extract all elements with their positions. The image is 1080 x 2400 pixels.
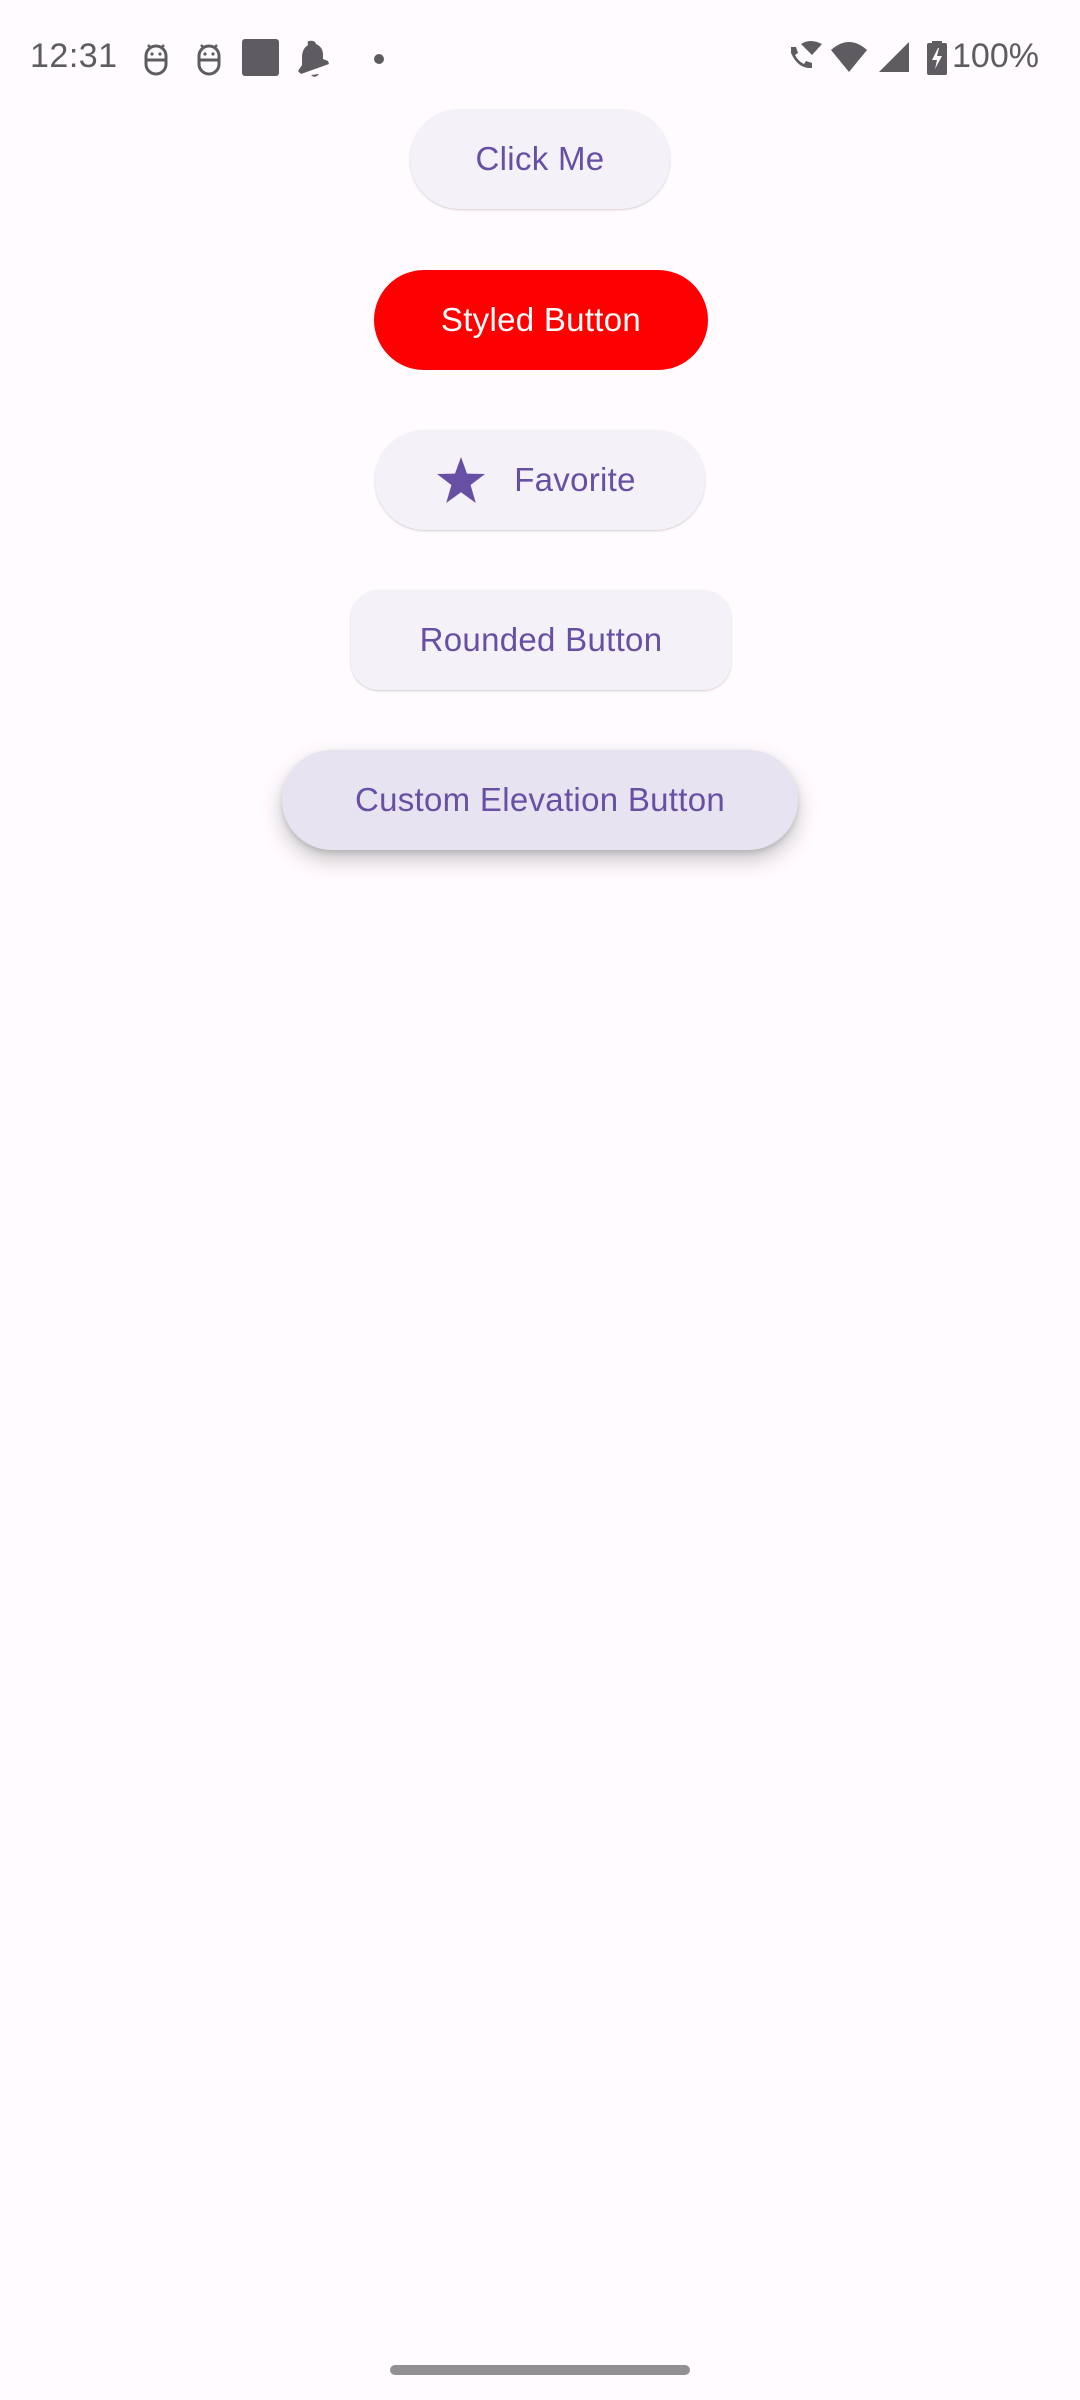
wifi-calling-icon xyxy=(788,40,824,76)
dot-icon xyxy=(373,53,385,65)
battery-percentage: 100% xyxy=(952,37,1039,75)
android-debug-icon xyxy=(143,42,169,76)
click-me-label: Click Me xyxy=(475,140,605,177)
square-app-icon xyxy=(242,39,280,77)
bell-muted-icon xyxy=(296,39,334,79)
wifi-icon xyxy=(830,40,868,74)
styled-button-label: Styled Button xyxy=(440,301,642,338)
star-icon xyxy=(437,457,486,503)
signal-icon xyxy=(878,41,910,73)
rounded-button-label: Rounded Button xyxy=(419,621,663,658)
android-debug-icon xyxy=(196,42,222,76)
favorite-label: Favorite xyxy=(514,461,636,498)
status-time: 12:31 xyxy=(30,37,118,75)
status-bar: 12:31 100% xyxy=(0,0,1080,110)
battery-charging-icon xyxy=(927,41,947,75)
click-me-button[interactable]: Click Me xyxy=(410,109,670,209)
styled-button[interactable]: Styled Button xyxy=(374,270,708,370)
home-indicator[interactable] xyxy=(390,2365,690,2375)
rounded-button[interactable]: Rounded Button xyxy=(351,590,731,690)
custom-elevation-label: Custom Elevation Button xyxy=(354,781,726,818)
favorite-button[interactable]: Favorite xyxy=(375,430,705,530)
custom-elevation-button[interactable]: Custom Elevation Button xyxy=(282,750,798,850)
